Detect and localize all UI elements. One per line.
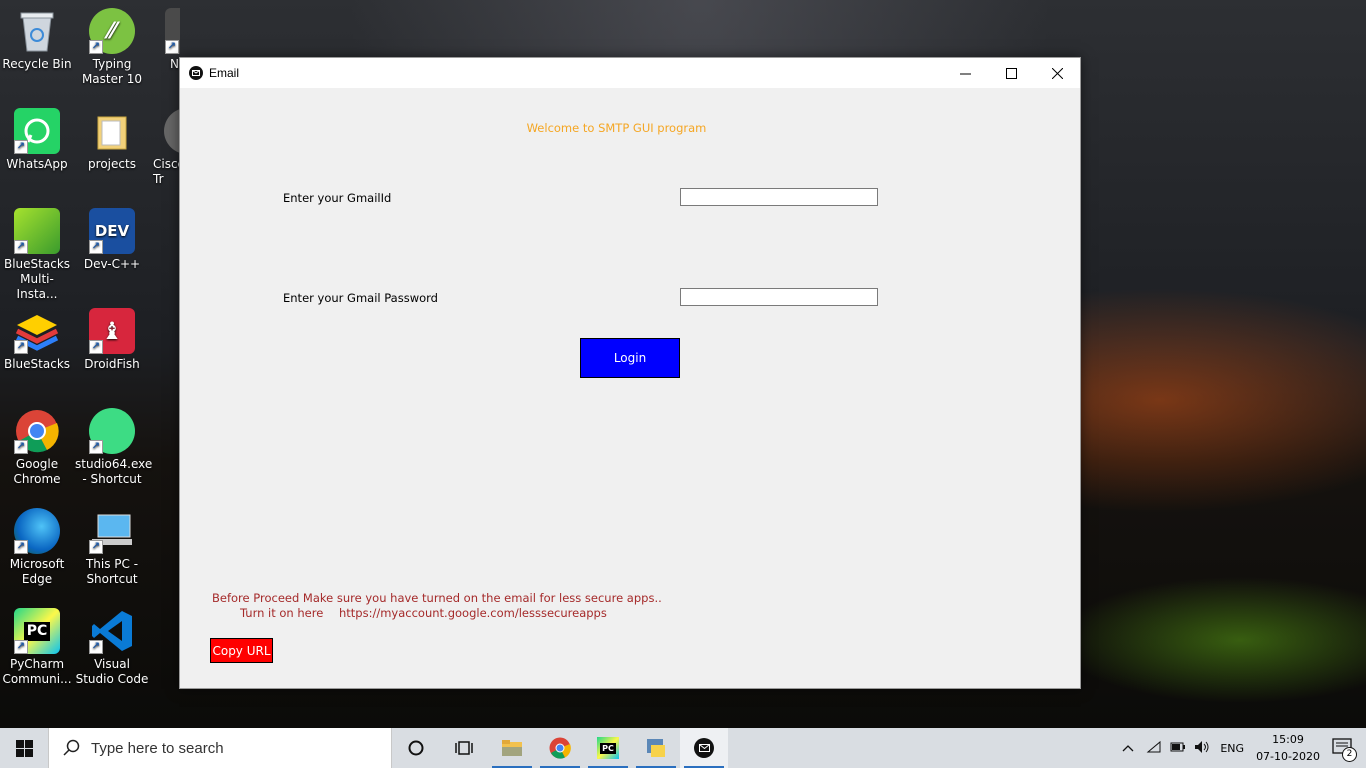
desktop-icon-typing-master[interactable]: ⁄⁄ ↗ Typing Master 10 bbox=[75, 8, 149, 87]
search-placeholder: Type here to search bbox=[91, 739, 224, 757]
taskbar-chrome[interactable] bbox=[536, 728, 584, 768]
language-indicator[interactable]: ENG bbox=[1220, 742, 1244, 755]
taskbar-email-app[interactable] bbox=[680, 728, 728, 768]
title-bar[interactable]: Email bbox=[180, 58, 1080, 88]
taskbar-search[interactable]: Type here to search bbox=[48, 728, 392, 768]
chrome-icon: ↗ bbox=[14, 408, 60, 454]
maximize-button[interactable] bbox=[988, 58, 1034, 88]
volume-icon[interactable] bbox=[1194, 740, 1210, 757]
this-pc-icon: ↗ bbox=[89, 508, 135, 554]
vscode-icon: ↗ bbox=[89, 608, 135, 654]
desktop-icon-recycle-bin[interactable]: Recycle Bin bbox=[0, 8, 74, 72]
cortana-button[interactable] bbox=[392, 728, 440, 768]
copy-url-button[interactable]: Copy URL bbox=[210, 638, 273, 663]
android-studio-icon: ↗ bbox=[89, 408, 135, 454]
desktop-icon-cisco[interactable]: Cisco Tr bbox=[150, 108, 180, 187]
start-button[interactable] bbox=[0, 728, 48, 768]
clock-date: 07-10-2020 bbox=[1256, 750, 1320, 763]
taskbar-file-explorer[interactable] bbox=[488, 728, 536, 768]
network-icon[interactable] bbox=[1146, 740, 1162, 757]
less-secure-url: https://myaccount.google.com/lesssecurea… bbox=[339, 606, 607, 620]
desktop-icon-edge[interactable]: ↗ Microsoft Edge bbox=[0, 508, 74, 587]
typing-master-icon: ⁄⁄ ↗ bbox=[89, 8, 135, 54]
minimize-icon bbox=[959, 73, 971, 74]
desktop-icon-android-studio[interactable]: ↗ studio64.exe - Shortcut bbox=[75, 408, 152, 487]
pycharm-icon: PC ↗ bbox=[14, 608, 60, 654]
minimize-button[interactable] bbox=[942, 58, 988, 88]
droidfish-icon: ♝ ↗ bbox=[89, 308, 135, 354]
notifications-button[interactable]: 2 bbox=[1332, 737, 1357, 762]
desktop-icon-pycharm[interactable]: PC ↗ PyCharm Communi... bbox=[0, 608, 74, 687]
chevron-up-icon[interactable] bbox=[1122, 742, 1134, 755]
taskbar-pycharm[interactable]: PC bbox=[584, 728, 632, 768]
close-button[interactable] bbox=[1034, 58, 1080, 88]
gmail-input[interactable] bbox=[680, 188, 878, 206]
search-icon bbox=[63, 739, 80, 756]
desktop-icon-whatsapp[interactable]: ↗ WhatsApp bbox=[0, 108, 74, 172]
chrome-icon bbox=[549, 737, 571, 759]
clock[interactable]: 15:09 07-10-2020 bbox=[1256, 731, 1320, 765]
window-app-icon bbox=[189, 66, 203, 80]
system-tray: ENG 15:09 07-10-2020 2 bbox=[1122, 728, 1366, 768]
warning-text: Before Proceed Make sure you have turned… bbox=[212, 591, 662, 605]
clock-time: 15:09 bbox=[1272, 733, 1304, 746]
desktop-icon-chrome[interactable]: ↗ Google Chrome bbox=[0, 408, 74, 487]
bluestacks-multi-icon: ↗ bbox=[14, 208, 60, 254]
email-window: Email Welcome to SMTP GUI program Enter … bbox=[179, 57, 1081, 689]
python-icon bbox=[647, 739, 665, 757]
bluestacks-icon: ↗ bbox=[14, 308, 60, 354]
windows-icon bbox=[15, 739, 33, 757]
cortana-icon bbox=[408, 740, 424, 756]
taskbar-python[interactable] bbox=[632, 728, 680, 768]
login-button[interactable]: Login bbox=[580, 338, 680, 378]
edge-icon: ↗ bbox=[14, 508, 60, 554]
desktop-icon-this-pc[interactable]: ↗ This PC - Shortcut bbox=[75, 508, 149, 587]
gmail-label: Enter your GmailId bbox=[283, 191, 392, 205]
desktop-icon-bluestacks[interactable]: ↗ BlueStacks bbox=[0, 308, 74, 372]
desktop-icon-n[interactable]: ↗ N bbox=[150, 8, 180, 72]
password-input[interactable] bbox=[680, 288, 878, 306]
desktop-icon-vscode[interactable]: ↗ Visual Studio Code bbox=[75, 608, 149, 687]
cisco-icon bbox=[164, 108, 180, 154]
desktop-icon-devcpp[interactable]: DEV ↗ Dev-C++ bbox=[75, 208, 149, 272]
close-icon bbox=[1051, 67, 1063, 79]
app-icon: ↗ bbox=[165, 8, 180, 54]
maximize-icon bbox=[1005, 67, 1017, 79]
window-title: Email bbox=[209, 66, 240, 80]
turn-on-text: Turn it on here bbox=[240, 606, 324, 620]
welcome-text: Welcome to SMTP GUI program bbox=[526, 121, 707, 135]
folder-icon bbox=[89, 108, 135, 154]
task-view-icon bbox=[455, 741, 473, 755]
desktop-icon-droidfish[interactable]: ♝ ↗ DroidFish bbox=[75, 308, 149, 372]
desktop-icon-bluestacks-multi[interactable]: ↗ BlueStacks Multi-Insta... bbox=[0, 208, 74, 302]
battery-icon[interactable] bbox=[1170, 740, 1186, 757]
task-view-button[interactable] bbox=[440, 728, 488, 768]
devcpp-icon: DEV ↗ bbox=[89, 208, 135, 254]
folder-icon bbox=[502, 740, 522, 756]
whatsapp-icon: ↗ bbox=[14, 108, 60, 154]
email-app-icon bbox=[694, 738, 714, 758]
notification-count: 2 bbox=[1342, 746, 1357, 762]
password-label: Enter your Gmail Password bbox=[283, 291, 438, 305]
pycharm-icon: PC bbox=[597, 737, 619, 759]
recycle-bin-icon bbox=[14, 8, 60, 54]
desktop-icon-projects[interactable]: projects bbox=[75, 108, 149, 172]
taskbar: Type here to search PC ENG 15:09 07-10-2… bbox=[0, 728, 1366, 768]
